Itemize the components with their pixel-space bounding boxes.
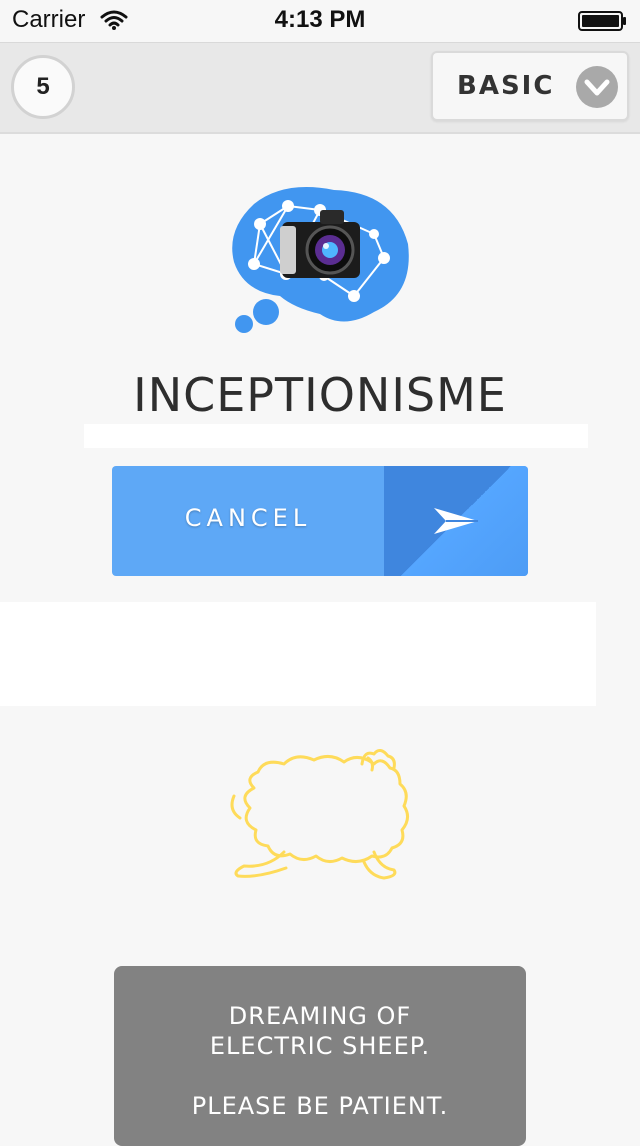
cancel-send-button-group: CANCEL <box>112 466 528 576</box>
blank-panel <box>0 602 596 706</box>
top-toolbar: 5 BASIC <box>0 42 640 134</box>
battery-icon <box>578 11 626 31</box>
send-icon <box>434 508 478 534</box>
loading-message-line-2: ELECTRIC SHEEP. <box>209 1032 431 1060</box>
status-time: 4:13 PM <box>274 6 366 33</box>
blank-strip <box>84 424 588 448</box>
mode-select-label: BASIC <box>457 71 555 101</box>
brain-camera-logo-icon <box>232 187 409 333</box>
cancel-button[interactable]: CANCEL <box>112 504 384 532</box>
loading-message-box: DREAMING OF ELECTRIC SHEEP. PLEASE BE PA… <box>114 966 526 1146</box>
app-title: INCEPTIONISME <box>133 368 507 422</box>
count-badge[interactable]: 5 <box>11 55 75 119</box>
loading-message-line-1: DREAMING OF <box>228 1002 412 1030</box>
sheep-icon <box>230 749 409 880</box>
loading-message-line-3: PLEASE BE PATIENT. <box>191 1092 449 1120</box>
send-button[interactable] <box>384 466 528 576</box>
mode-select[interactable]: BASIC <box>431 51 629 121</box>
chevron-down-icon <box>576 66 618 108</box>
status-bar: Carrier 4:13 PM <box>0 0 640 42</box>
